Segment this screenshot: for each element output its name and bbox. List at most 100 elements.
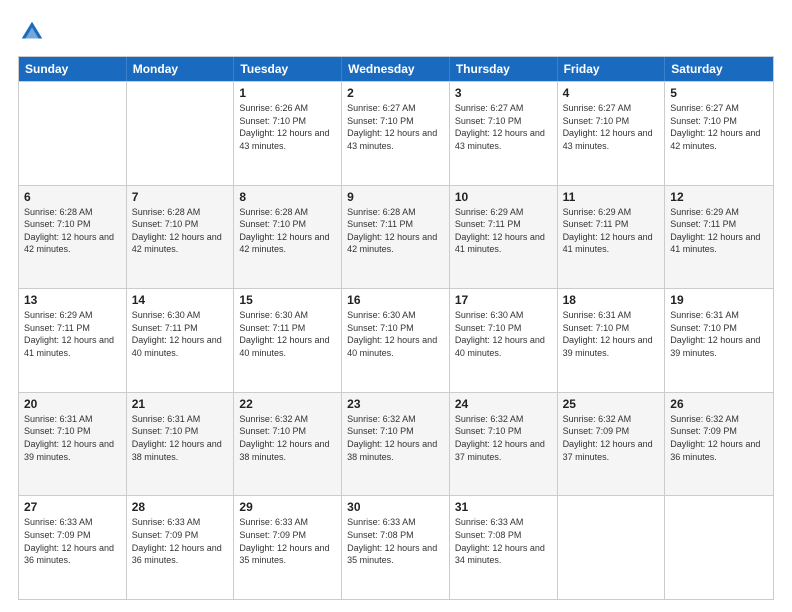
calendar-cell: 2Sunrise: 6:27 AM Sunset: 7:10 PM Daylig… bbox=[342, 82, 450, 185]
calendar-cell: 6Sunrise: 6:28 AM Sunset: 7:10 PM Daylig… bbox=[19, 186, 127, 289]
calendar-cell: 26 Sunrise: 6:32 AM Sunset: 7:09 PM Dayli… bbox=[665, 393, 773, 496]
calendar-cell bbox=[19, 82, 127, 185]
calendar-header: SundayMondayTuesdayWednesdayThursdayFrid… bbox=[19, 57, 773, 81]
cell-day-number: 31 bbox=[455, 500, 552, 514]
cell-day-number: 19 bbox=[670, 293, 768, 307]
cell-sun-info: Sunrise: 6:26 AM Sunset: 7:10 PM Dayligh… bbox=[239, 102, 336, 152]
calendar-cell: 17Sunrise: 6:30 AM Sunset: 7:10 PM Dayli… bbox=[450, 289, 558, 392]
header-day-thursday: Thursday bbox=[450, 57, 558, 81]
page: SundayMondayTuesdayWednesdayThursdayFrid… bbox=[0, 0, 792, 612]
cell-day-number: 14 bbox=[132, 293, 229, 307]
calendar-cell: 12Sunrise: 6:29 AM Sunset: 7:11 PM Dayli… bbox=[665, 186, 773, 289]
calendar-cell: 3 Sunrise: 6:27 AM Sunset: 7:10 PM Daylig… bbox=[450, 82, 558, 185]
cell-day-number: 5 bbox=[670, 86, 768, 100]
calendar-cell: 16 Sunrise: 6:30 AM Sunset: 7:10 PM Dayli… bbox=[342, 289, 450, 392]
cell-day-number: 29 bbox=[239, 500, 336, 514]
cell-sun-info: Sunrise: 6:28 AM Sunset: 7:10 PM Dayligh… bbox=[132, 206, 229, 256]
cell-sun-info: Sunrise: 6:31 AM Sunset: 7:10 PM Dayligh… bbox=[24, 413, 121, 463]
header-day-monday: Monday bbox=[127, 57, 235, 81]
cell-sun-info: Sunrise: 6:28 AM Sunset: 7:10 PM Dayligh… bbox=[24, 206, 121, 256]
calendar-cell: 25 Sunrise: 6:32 AM Sunset: 7:09 PM Dayli… bbox=[558, 393, 666, 496]
cell-sun-info: Sunrise: 6:28 AM Sunset: 7:11 PM Dayligh… bbox=[347, 206, 444, 256]
calendar-cell: 8 Sunrise: 6:28 AM Sunset: 7:10 PM Daylig… bbox=[234, 186, 342, 289]
header-day-friday: Friday bbox=[558, 57, 666, 81]
cell-day-number: 28 bbox=[132, 500, 229, 514]
cell-sun-info: Sunrise: 6:31 AM Sunset: 7:10 PM Dayligh… bbox=[563, 309, 660, 359]
cell-day-number: 9 bbox=[347, 190, 444, 204]
cell-day-number: 24 bbox=[455, 397, 552, 411]
cell-sun-info: Sunrise: 6:32 AM Sunset: 7:10 PM Dayligh… bbox=[347, 413, 444, 463]
cell-sun-info: Sunrise: 6:33 AM Sunset: 7:09 PM Dayligh… bbox=[239, 516, 336, 566]
cell-sun-info: Sunrise: 6:32 AM Sunset: 7:10 PM Dayligh… bbox=[455, 413, 552, 463]
cell-sun-info: Sunrise: 6:32 AM Sunset: 7:09 PM Dayligh… bbox=[670, 413, 768, 463]
calendar-cell: 15Sunrise: 6:30 AM Sunset: 7:11 PM Dayli… bbox=[234, 289, 342, 392]
cell-sun-info: Sunrise: 6:33 AM Sunset: 7:08 PM Dayligh… bbox=[347, 516, 444, 566]
calendar-cell: 24 Sunrise: 6:32 AM Sunset: 7:10 PM Dayli… bbox=[450, 393, 558, 496]
calendar-cell: 27Sunrise: 6:33 AM Sunset: 7:09 PM Dayli… bbox=[19, 496, 127, 599]
cell-day-number: 8 bbox=[239, 190, 336, 204]
cell-day-number: 22 bbox=[239, 397, 336, 411]
calendar-cell bbox=[665, 496, 773, 599]
cell-sun-info: Sunrise: 6:30 AM Sunset: 7:11 PM Dayligh… bbox=[239, 309, 336, 359]
cell-day-number: 10 bbox=[455, 190, 552, 204]
calendar-cell: 31 Sunrise: 6:33 AM Sunset: 7:08 PM Dayli… bbox=[450, 496, 558, 599]
cell-day-number: 13 bbox=[24, 293, 121, 307]
header bbox=[18, 18, 774, 46]
cell-sun-info: Sunrise: 6:33 AM Sunset: 7:08 PM Dayligh… bbox=[455, 516, 552, 566]
cell-sun-info: Sunrise: 6:31 AM Sunset: 7:10 PM Dayligh… bbox=[670, 309, 768, 359]
calendar-cell: 30 Sunrise: 6:33 AM Sunset: 7:08 PM Dayli… bbox=[342, 496, 450, 599]
header-day-tuesday: Tuesday bbox=[234, 57, 342, 81]
cell-day-number: 21 bbox=[132, 397, 229, 411]
calendar: SundayMondayTuesdayWednesdayThursdayFrid… bbox=[18, 56, 774, 600]
cell-sun-info: Sunrise: 6:29 AM Sunset: 7:11 PM Dayligh… bbox=[670, 206, 768, 256]
cell-day-number: 16 bbox=[347, 293, 444, 307]
cell-sun-info: Sunrise: 6:29 AM Sunset: 7:11 PM Dayligh… bbox=[563, 206, 660, 256]
calendar-row-2: 6Sunrise: 6:28 AM Sunset: 7:10 PM Daylig… bbox=[19, 185, 773, 289]
cell-sun-info: Sunrise: 6:30 AM Sunset: 7:11 PM Dayligh… bbox=[132, 309, 229, 359]
cell-sun-info: Sunrise: 6:32 AM Sunset: 7:09 PM Dayligh… bbox=[563, 413, 660, 463]
cell-day-number: 7 bbox=[132, 190, 229, 204]
calendar-cell: 13 Sunrise: 6:29 AM Sunset: 7:11 PM Dayli… bbox=[19, 289, 127, 392]
calendar-row-1: 1 Sunrise: 6:26 AM Sunset: 7:10 PM Daylig… bbox=[19, 81, 773, 185]
calendar-cell: 21Sunrise: 6:31 AM Sunset: 7:10 PM Dayli… bbox=[127, 393, 235, 496]
calendar-cell bbox=[127, 82, 235, 185]
cell-day-number: 11 bbox=[563, 190, 660, 204]
calendar-cell: 11 Sunrise: 6:29 AM Sunset: 7:11 PM Dayli… bbox=[558, 186, 666, 289]
cell-day-number: 25 bbox=[563, 397, 660, 411]
header-day-wednesday: Wednesday bbox=[342, 57, 450, 81]
cell-sun-info: Sunrise: 6:29 AM Sunset: 7:11 PM Dayligh… bbox=[24, 309, 121, 359]
calendar-row-5: 27Sunrise: 6:33 AM Sunset: 7:09 PM Dayli… bbox=[19, 495, 773, 599]
cell-sun-info: Sunrise: 6:32 AM Sunset: 7:10 PM Dayligh… bbox=[239, 413, 336, 463]
calendar-cell: 1 Sunrise: 6:26 AM Sunset: 7:10 PM Daylig… bbox=[234, 82, 342, 185]
calendar-cell: 9 Sunrise: 6:28 AM Sunset: 7:11 PM Daylig… bbox=[342, 186, 450, 289]
logo-icon bbox=[18, 18, 46, 46]
calendar-row-4: 20Sunrise: 6:31 AM Sunset: 7:10 PM Dayli… bbox=[19, 392, 773, 496]
calendar-cell: 29 Sunrise: 6:33 AM Sunset: 7:09 PM Dayli… bbox=[234, 496, 342, 599]
calendar-cell: 22 Sunrise: 6:32 AM Sunset: 7:10 PM Dayli… bbox=[234, 393, 342, 496]
cell-day-number: 23 bbox=[347, 397, 444, 411]
cell-day-number: 18 bbox=[563, 293, 660, 307]
calendar-cell: 19 Sunrise: 6:31 AM Sunset: 7:10 PM Dayli… bbox=[665, 289, 773, 392]
cell-sun-info: Sunrise: 6:28 AM Sunset: 7:10 PM Dayligh… bbox=[239, 206, 336, 256]
cell-sun-info: Sunrise: 6:27 AM Sunset: 7:10 PM Dayligh… bbox=[455, 102, 552, 152]
cell-sun-info: Sunrise: 6:33 AM Sunset: 7:09 PM Dayligh… bbox=[132, 516, 229, 566]
calendar-cell: 7 Sunrise: 6:28 AM Sunset: 7:10 PM Daylig… bbox=[127, 186, 235, 289]
cell-day-number: 26 bbox=[670, 397, 768, 411]
cell-day-number: 30 bbox=[347, 500, 444, 514]
cell-sun-info: Sunrise: 6:33 AM Sunset: 7:09 PM Dayligh… bbox=[24, 516, 121, 566]
calendar-cell: 28 Sunrise: 6:33 AM Sunset: 7:09 PM Dayli… bbox=[127, 496, 235, 599]
calendar-cell: 5 Sunrise: 6:27 AM Sunset: 7:10 PM Daylig… bbox=[665, 82, 773, 185]
cell-day-number: 2 bbox=[347, 86, 444, 100]
logo bbox=[18, 18, 50, 46]
cell-sun-info: Sunrise: 6:30 AM Sunset: 7:10 PM Dayligh… bbox=[455, 309, 552, 359]
calendar-cell: 23 Sunrise: 6:32 AM Sunset: 7:10 PM Dayli… bbox=[342, 393, 450, 496]
calendar-cell: 14 Sunrise: 6:30 AM Sunset: 7:11 PM Dayli… bbox=[127, 289, 235, 392]
calendar-cell: 4Sunrise: 6:27 AM Sunset: 7:10 PM Daylig… bbox=[558, 82, 666, 185]
cell-day-number: 1 bbox=[239, 86, 336, 100]
cell-day-number: 4 bbox=[563, 86, 660, 100]
cell-day-number: 3 bbox=[455, 86, 552, 100]
calendar-cell: 18 Sunrise: 6:31 AM Sunset: 7:10 PM Dayli… bbox=[558, 289, 666, 392]
cell-sun-info: Sunrise: 6:30 AM Sunset: 7:10 PM Dayligh… bbox=[347, 309, 444, 359]
cell-sun-info: Sunrise: 6:29 AM Sunset: 7:11 PM Dayligh… bbox=[455, 206, 552, 256]
cell-sun-info: Sunrise: 6:27 AM Sunset: 7:10 PM Dayligh… bbox=[670, 102, 768, 152]
